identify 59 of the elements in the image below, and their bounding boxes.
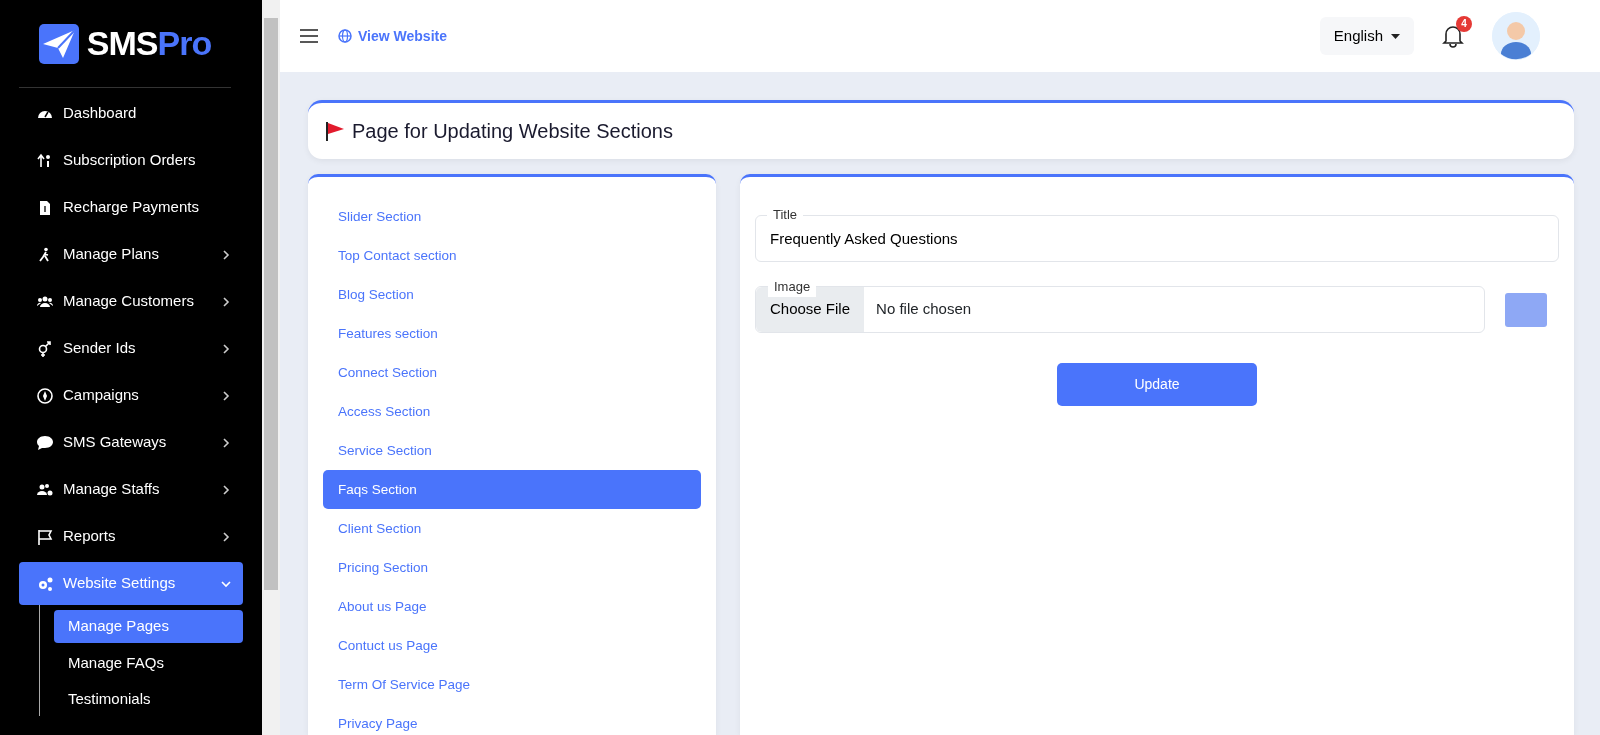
chat-bubble-icon bbox=[37, 434, 53, 451]
flag-icon bbox=[37, 528, 53, 545]
sidebar-item[interactable]: Subscription Orders bbox=[19, 139, 243, 182]
gender-symbol-icon bbox=[37, 340, 53, 357]
gears-icon bbox=[37, 575, 53, 592]
caret-icon bbox=[1391, 33, 1400, 39]
sidebar-item[interactable]: Campaigns bbox=[19, 374, 243, 417]
submenu-item[interactable]: Testimonials bbox=[54, 683, 243, 716]
chevron-down-icon bbox=[221, 578, 231, 589]
staff-gear-icon bbox=[37, 481, 53, 498]
chevron-right-icon bbox=[221, 531, 231, 542]
section-link[interactable]: Term Of Service Page bbox=[323, 665, 701, 704]
chevron-right-icon bbox=[221, 249, 231, 260]
brand-name-accent: Pro bbox=[157, 24, 212, 62]
section-link[interactable]: Features section bbox=[323, 314, 701, 353]
submenu-item[interactable]: Manage FAQs bbox=[54, 646, 243, 679]
chevron-right-icon bbox=[221, 390, 231, 401]
scrollbar-thumb[interactable] bbox=[264, 18, 278, 590]
sidebar-item[interactable]: Recharge Payments bbox=[19, 186, 243, 229]
section-link[interactable]: Connect Section bbox=[323, 353, 701, 392]
flag-icon bbox=[324, 120, 346, 142]
view-website-link[interactable]: View Website bbox=[338, 25, 447, 47]
section-link[interactable]: Contuct us Page bbox=[323, 626, 701, 665]
section-link[interactable]: Service Section bbox=[323, 431, 701, 470]
sidebar-item[interactable]: Reports bbox=[19, 515, 243, 558]
section-link[interactable]: Top Contact section bbox=[323, 236, 701, 275]
sidebar-item[interactable]: Manage Plans bbox=[19, 233, 243, 276]
section-link[interactable]: Blog Section bbox=[323, 275, 701, 314]
sidebar-item[interactable]: Sender Ids bbox=[19, 327, 243, 370]
section-link[interactable]: Access Section bbox=[323, 392, 701, 431]
section-link[interactable]: About us Page bbox=[323, 587, 701, 626]
page-title: Page for Updating Website Sections bbox=[352, 119, 673, 143]
update-button[interactable]: Update bbox=[1057, 363, 1257, 406]
sidebar-item[interactable]: SMS Gateways bbox=[19, 421, 243, 464]
section-link[interactable]: Privacy Page bbox=[323, 704, 701, 735]
language-dropdown[interactable]: English bbox=[1319, 16, 1414, 56]
sort-arrows-icon bbox=[37, 152, 53, 169]
file-status: No file chosen bbox=[875, 299, 973, 320]
chevron-right-icon bbox=[221, 343, 231, 354]
section-link[interactable]: Slider Section bbox=[323, 197, 701, 236]
section-link[interactable]: Faqs Section bbox=[323, 470, 701, 509]
sidebar-item[interactable]: Manage Customers bbox=[19, 280, 243, 323]
submenu-item[interactable]: Manage Pages bbox=[54, 610, 243, 643]
notification-count: 4 bbox=[1456, 15, 1472, 32]
sidebar-item[interactable]: Website Settings bbox=[19, 562, 243, 605]
brand-name: SMS bbox=[86, 24, 158, 62]
globe-icon bbox=[338, 29, 352, 43]
section-link[interactable]: Pricing Section bbox=[323, 548, 701, 587]
invoice-icon bbox=[37, 199, 53, 216]
chevron-right-icon bbox=[221, 484, 231, 495]
compass-icon bbox=[37, 387, 53, 404]
menu-icon[interactable] bbox=[300, 29, 318, 43]
chevron-right-icon bbox=[221, 296, 231, 307]
chevron-right-icon bbox=[221, 437, 231, 448]
paper-plane-logo-icon bbox=[38, 23, 79, 64]
section-link[interactable]: Client Section bbox=[323, 509, 701, 548]
sidebar-item[interactable]: Dashboard bbox=[19, 92, 243, 135]
sidebar-item[interactable]: Manage Staffs bbox=[19, 468, 243, 511]
photo-placeholder bbox=[1505, 292, 1547, 327]
